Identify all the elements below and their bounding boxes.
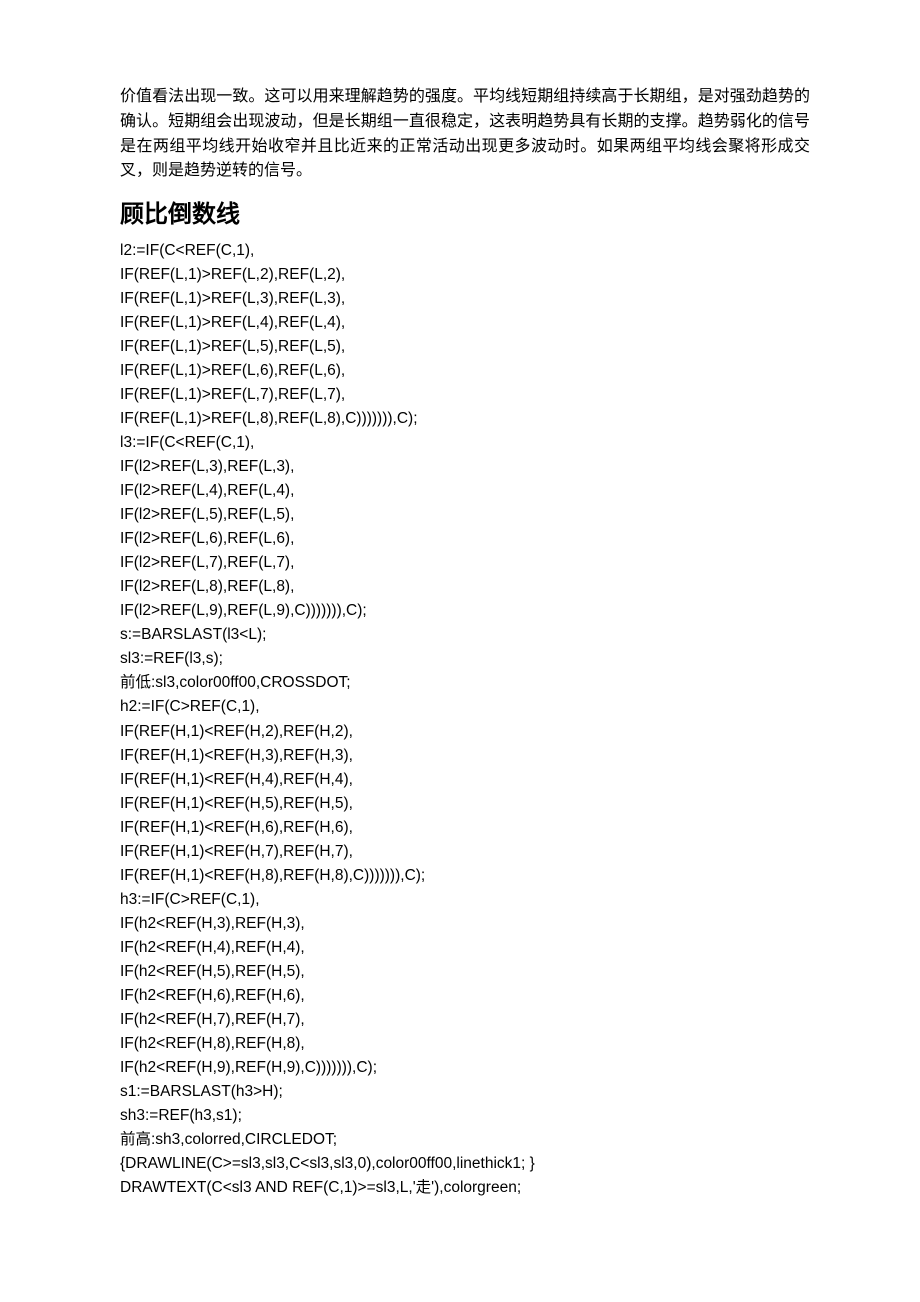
section-heading: 顾比倒数线 xyxy=(120,194,810,229)
code-line: DRAWTEXT(C<sl3 AND REF(C,1)>=sl3,L,'走'),… xyxy=(120,1176,810,1200)
code-line: IF(REF(H,1)<REF(H,5),REF(H,5), xyxy=(120,792,810,816)
code-line: IF(h2<REF(H,7),REF(H,7), xyxy=(120,1008,810,1032)
code-line: IF(REF(H,1)<REF(H,2),REF(H,2), xyxy=(120,720,810,744)
code-line: IF(REF(L,1)>REF(L,7),REF(L,7), xyxy=(120,383,810,407)
code-line: IF(h2<REF(H,5),REF(H,5), xyxy=(120,960,810,984)
code-line: IF(REF(H,1)<REF(H,7),REF(H,7), xyxy=(120,840,810,864)
code-line: IF(h2<REF(H,4),REF(H,4), xyxy=(120,936,810,960)
code-line: sh3:=REF(h3,s1); xyxy=(120,1104,810,1128)
code-line: h3:=IF(C>REF(C,1), xyxy=(120,888,810,912)
code-line: IF(l2>REF(L,4),REF(L,4), xyxy=(120,479,810,503)
code-line: IF(REF(L,1)>REF(L,3),REF(L,3), xyxy=(120,287,810,311)
code-line: IF(h2<REF(H,3),REF(H,3), xyxy=(120,912,810,936)
code-line: 前高:sh3,colorred,CIRCLEDOT; xyxy=(120,1128,810,1152)
code-line: IF(l2>REF(L,7),REF(L,7), xyxy=(120,551,810,575)
code-line: IF(REF(H,1)<REF(H,3),REF(H,3), xyxy=(120,744,810,768)
code-line: IF(l2>REF(L,8),REF(L,8), xyxy=(120,575,810,599)
code-block: l2:=IF(C<REF(C,1), IF(REF(L,1)>REF(L,2),… xyxy=(120,239,810,1200)
code-line: IF(l2>REF(L,3),REF(L,3), xyxy=(120,455,810,479)
code-line: {DRAWLINE(C>=sl3,sl3,C<sl3,sl3,0),color0… xyxy=(120,1152,810,1176)
code-line: IF(REF(L,1)>REF(L,2),REF(L,2), xyxy=(120,263,810,287)
code-line: l2:=IF(C<REF(C,1), xyxy=(120,239,810,263)
code-line: IF(REF(H,1)<REF(H,8),REF(H,8),C))))))),C… xyxy=(120,864,810,888)
code-line: IF(h2<REF(H,8),REF(H,8), xyxy=(120,1032,810,1056)
code-line: sl3:=REF(l3,s); xyxy=(120,647,810,671)
code-line: IF(l2>REF(L,6),REF(L,6), xyxy=(120,527,810,551)
code-line: h2:=IF(C>REF(C,1), xyxy=(120,695,810,719)
code-line: IF(REF(L,1)>REF(L,6),REF(L,6), xyxy=(120,359,810,383)
code-line: IF(REF(L,1)>REF(L,4),REF(L,4), xyxy=(120,311,810,335)
code-line: IF(h2<REF(H,6),REF(H,6), xyxy=(120,984,810,1008)
code-line: s:=BARSLAST(l3<L); xyxy=(120,623,810,647)
code-line: l3:=IF(C<REF(C,1), xyxy=(120,431,810,455)
code-line: 前低:sl3,color00ff00,CROSSDOT; xyxy=(120,671,810,695)
code-line: IF(REF(L,1)>REF(L,8),REF(L,8),C))))))),C… xyxy=(120,407,810,431)
code-line: IF(h2<REF(H,9),REF(H,9),C))))))),C); xyxy=(120,1056,810,1080)
code-line: IF(REF(H,1)<REF(H,6),REF(H,6), xyxy=(120,816,810,840)
code-line: IF(REF(L,1)>REF(L,5),REF(L,5), xyxy=(120,335,810,359)
code-line: IF(REF(H,1)<REF(H,4),REF(H,4), xyxy=(120,768,810,792)
intro-paragraph: 价值看法出现一致。这可以用来理解趋势的强度。平均线短期组持续高于长期组，是对强劲… xyxy=(120,85,810,184)
code-line: IF(l2>REF(L,9),REF(L,9),C))))))),C); xyxy=(120,599,810,623)
code-line: IF(l2>REF(L,5),REF(L,5), xyxy=(120,503,810,527)
document-page: 价值看法出现一致。这可以用来理解趋势的强度。平均线短期组持续高于长期组，是对强劲… xyxy=(0,0,920,1302)
code-line: s1:=BARSLAST(h3>H); xyxy=(120,1080,810,1104)
